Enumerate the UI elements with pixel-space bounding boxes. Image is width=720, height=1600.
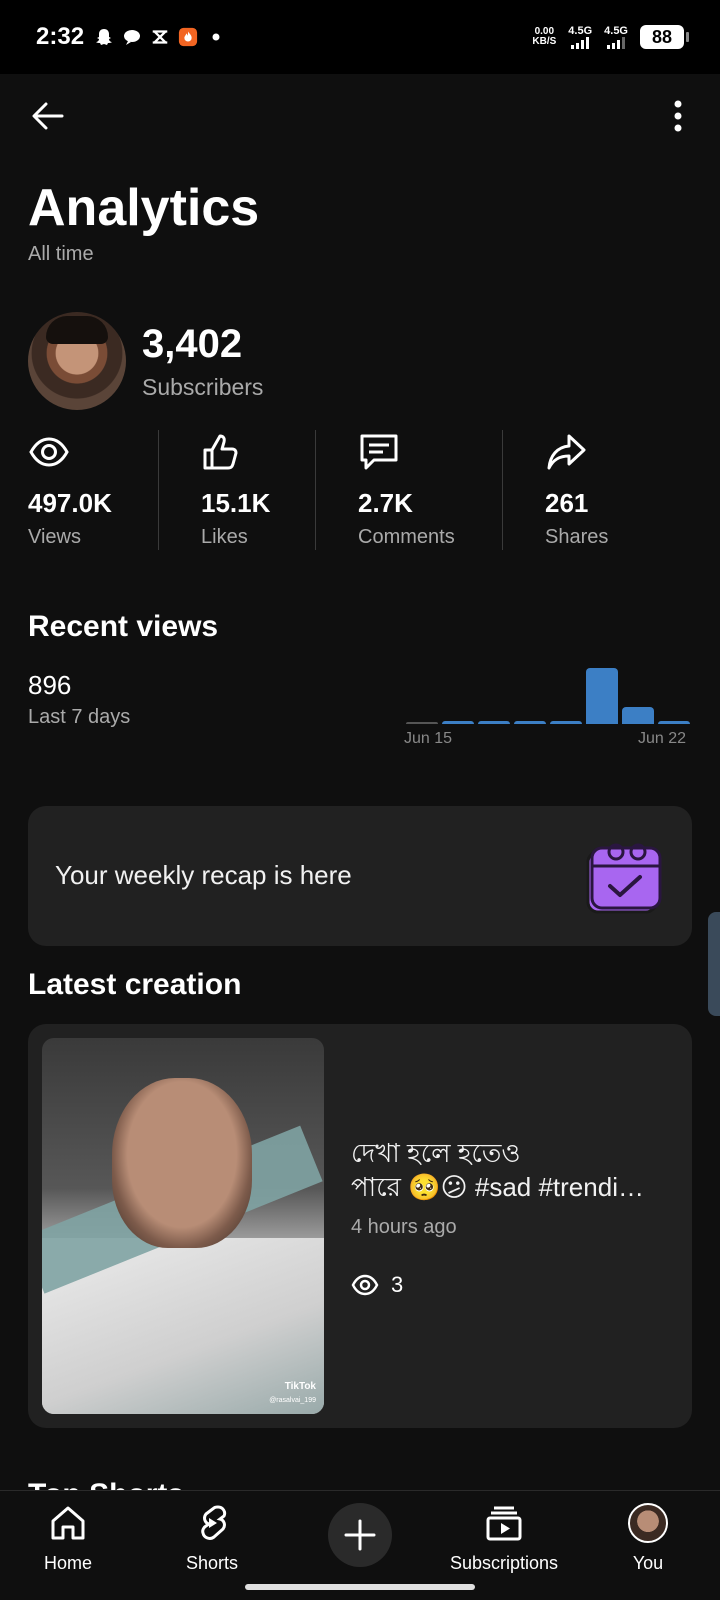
- dot-icon: [206, 27, 226, 47]
- shorts-icon: [190, 1501, 234, 1545]
- comment-icon: [358, 432, 400, 472]
- stat-label: Comments: [358, 526, 455, 548]
- recent-views-chart[interactable]: [404, 650, 692, 730]
- signal-bars-icon: [571, 36, 590, 49]
- stat-value: 497.0K: [28, 488, 112, 518]
- chart-bar-jun-22: [658, 721, 690, 724]
- stat-label: Likes: [201, 526, 248, 548]
- share-icon: [545, 432, 587, 472]
- stat-shares[interactable]: 261 Shares: [503, 430, 683, 550]
- stats-row: 497.0K Views 15.1K Likes 2.7K Comments 2…: [28, 430, 692, 550]
- nav-label: Home: [44, 1553, 93, 1573]
- home-indicator: [245, 1584, 475, 1590]
- chart-bar-jun-19: [550, 721, 582, 724]
- subscriptions-icon: [482, 1501, 526, 1545]
- stat-likes[interactable]: 15.1K Likes: [159, 430, 315, 550]
- tiktok-handle: @rasalvai_199: [269, 1397, 316, 1404]
- notification-icons: [94, 27, 226, 47]
- capcut-icon: [150, 27, 170, 47]
- stat-comments[interactable]: 2.7K Comments: [316, 430, 502, 550]
- channel-avatar[interactable]: [28, 312, 126, 410]
- nav-shorts[interactable]: Shorts: [186, 1501, 238, 1574]
- chart-bar-jun-16: [442, 721, 474, 724]
- recent-views-heading: Recent views: [28, 610, 219, 643]
- stat-value: 261: [545, 488, 589, 518]
- top-app-bar: [0, 74, 720, 158]
- chat-bubble-icon: [122, 27, 142, 47]
- sim2-label: 4.5G: [604, 24, 628, 37]
- more-vertical-icon: [674, 100, 682, 132]
- video-views-count: 3: [391, 1272, 404, 1297]
- chart-bar-jun-21: [622, 707, 654, 724]
- system-status: 0.00 KB/S 4.5G 4.5G 88: [532, 24, 689, 49]
- chart-bar-jun-20: [586, 668, 618, 724]
- video-title-line1: দেখা হলে হতেও: [351, 1138, 521, 1168]
- status-time: 2:32: [36, 23, 85, 50]
- home-icon: [46, 1501, 90, 1545]
- arrow-left-icon: [32, 102, 64, 130]
- recap-text: Your weekly recap is here: [55, 860, 352, 890]
- signal-sim2: 4.5G: [604, 24, 628, 49]
- page-subtitle: All time: [28, 243, 94, 265]
- snapchat-icon: [94, 27, 114, 47]
- latest-creation-heading: Latest creation: [28, 968, 242, 1001]
- app-orange-icon: [178, 27, 198, 47]
- nav-you[interactable]: You: [626, 1501, 670, 1574]
- chart-bars: [404, 650, 692, 724]
- subscribers-count: 3,402: [142, 322, 243, 366]
- create-button[interactable]: [328, 1503, 392, 1567]
- subscribers-label: Subscribers: [142, 374, 264, 400]
- signal-bars-icon: [607, 36, 626, 49]
- video-title-line2: পারে 🥺😕 #sad #trendi…: [351, 1172, 644, 1202]
- nav-subscriptions[interactable]: Subscriptions: [450, 1501, 558, 1574]
- video-time: 4 hours ago: [351, 1216, 457, 1238]
- chart-bar-jun-17: [478, 721, 510, 724]
- stat-value: 15.1K: [201, 488, 271, 518]
- avatar: [628, 1503, 668, 1543]
- chart-bar-jun-15: [406, 722, 438, 724]
- nav-label: Subscriptions: [450, 1553, 559, 1573]
- chart-x-tick-start: Jun 15: [404, 730, 453, 747]
- thumbs-up-icon: [201, 432, 243, 472]
- signal-sim1: 4.5G: [568, 24, 593, 49]
- tiktok-watermark: TikTok: [284, 1381, 316, 1392]
- side-panel-handle[interactable]: [708, 912, 720, 1016]
- net-speed-unit: KB/S: [532, 36, 557, 47]
- recent-views-count: 896: [28, 670, 72, 700]
- nav-label: Shorts: [186, 1553, 239, 1573]
- top-shorts-heading: Top Shorts: [28, 1478, 184, 1490]
- chart-bar-jun-18: [514, 721, 546, 724]
- eye-icon: [351, 1274, 379, 1296]
- status-bar: 2:32 0.00 KB/S 4.5G 4.5G 88: [0, 0, 720, 74]
- plus-icon: [344, 1519, 376, 1551]
- video-title: দেখা হলে হতেও পারে 🥺😕 #sad #trendi…: [351, 1136, 671, 1204]
- video-views: 3: [351, 1272, 403, 1298]
- weekly-recap-card[interactable]: Your weekly recap is here: [28, 806, 692, 946]
- video-thumbnail[interactable]: TikTok @rasalvai_199: [42, 1038, 324, 1414]
- nav-label: You: [632, 1553, 664, 1573]
- sim1-label: 4.5G: [568, 24, 593, 37]
- chart-x-tick-end: Jun 22: [638, 730, 687, 747]
- stat-value: 2.7K: [358, 488, 413, 518]
- latest-creation-card[interactable]: TikTok @rasalvai_199 দেখা হলে হতেও পারে …: [28, 1024, 692, 1428]
- calendar-check-icon: [582, 838, 662, 918]
- more-options-button[interactable]: [666, 96, 690, 136]
- stat-label: Shares: [545, 526, 609, 548]
- eye-icon: [28, 432, 70, 472]
- battery-indicator: 88: [640, 25, 689, 49]
- net-speed: 0.00 KB/S: [532, 27, 556, 47]
- stat-label: Views: [28, 526, 81, 548]
- nav-home[interactable]: Home: [44, 1501, 92, 1574]
- recent-views-period: Last 7 days: [28, 706, 131, 728]
- stat-views[interactable]: 497.0K Views: [28, 430, 158, 550]
- back-button[interactable]: [28, 96, 68, 136]
- page-title: Analytics: [28, 179, 260, 237]
